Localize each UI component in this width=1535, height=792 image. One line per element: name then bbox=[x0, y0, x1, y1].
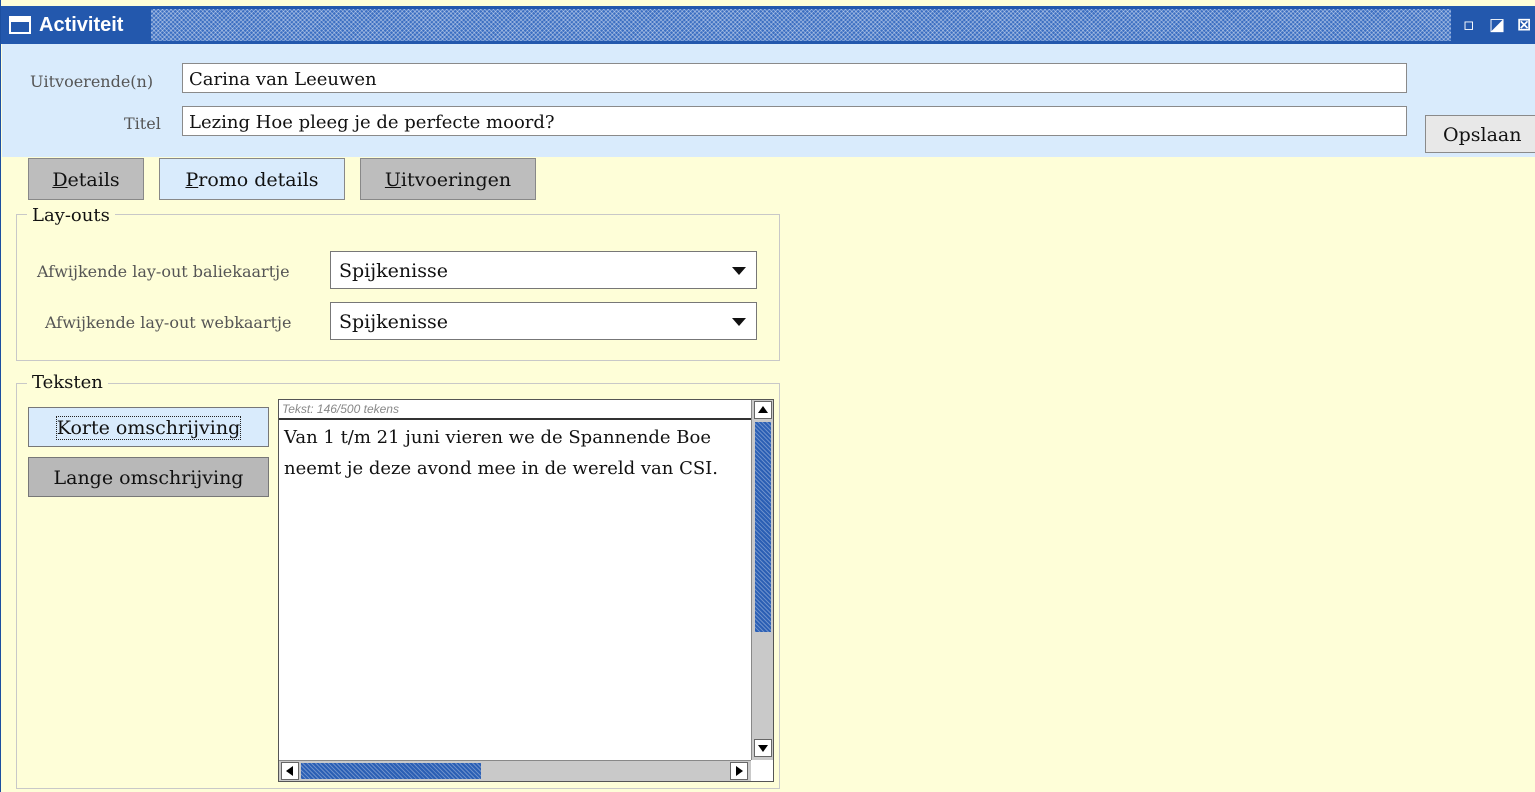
horizontal-scrollbar[interactable] bbox=[279, 760, 751, 781]
web-layout-value: Spijkenisse bbox=[339, 311, 448, 333]
description-textarea[interactable]: Tekst: 146/500 tekens Van 1 t/m 21 juni … bbox=[278, 399, 774, 782]
title-label: Titel bbox=[124, 114, 161, 133]
text-line: Van 1 t/m 21 juni vieren we de Spannende… bbox=[284, 427, 711, 448]
window-title: Activiteit bbox=[39, 14, 124, 36]
activity-window: Activiteit ▫ ◪ ⊠ Uitvoerende(n) Carina v… bbox=[0, 0, 1535, 792]
counter-layout-label: Afwijkende lay-out baliekaartje bbox=[37, 262, 290, 281]
minimize-icon[interactable]: ▫ bbox=[1463, 15, 1475, 35]
performers-label: Uitvoerende(n) bbox=[30, 72, 154, 91]
counter-layout-value: Spijkenisse bbox=[339, 260, 448, 282]
counter-separator bbox=[279, 418, 751, 420]
horizontal-scroll-thumb[interactable] bbox=[301, 763, 481, 779]
performers-field[interactable]: Carina van Leeuwen bbox=[182, 63, 1407, 93]
window-icon bbox=[9, 16, 31, 34]
close-icon[interactable]: ⊠ bbox=[1517, 15, 1531, 35]
arrow-left-icon bbox=[286, 766, 293, 776]
arrow-up-icon bbox=[758, 406, 768, 413]
title-field[interactable]: Lezing Hoe pleeg je de perfecte moord? bbox=[182, 106, 1407, 136]
layouts-legend: Lay-outs bbox=[27, 205, 115, 226]
title-bar[interactable]: Activiteit ▫ ◪ ⊠ bbox=[1, 6, 1535, 44]
chevron-down-icon bbox=[732, 318, 746, 326]
tab-promo-details[interactable]: Promo details bbox=[159, 158, 345, 200]
tab-details[interactable]: Details bbox=[28, 158, 144, 200]
tab-promo-accesskey: P bbox=[185, 169, 199, 191]
tab-promo-label: romo details bbox=[198, 169, 319, 191]
scroll-right-button[interactable] bbox=[730, 762, 748, 780]
scroll-up-button[interactable] bbox=[754, 401, 772, 419]
text-line: neemt je deze avond mee in de wereld van… bbox=[284, 458, 719, 479]
web-layout-label: Afwijkende lay-out webkaartje bbox=[45, 313, 292, 332]
arrow-down-icon bbox=[758, 745, 768, 752]
tab-details-label: etails bbox=[67, 169, 120, 191]
scroll-down-button[interactable] bbox=[754, 739, 772, 757]
vertical-scroll-thumb[interactable] bbox=[755, 422, 771, 632]
counter-layout-select[interactable]: Spijkenisse bbox=[330, 251, 757, 289]
long-description-button[interactable]: Lange omschrijving bbox=[28, 457, 269, 497]
texts-legend: Teksten bbox=[27, 372, 108, 393]
vertical-scrollbar[interactable] bbox=[751, 400, 773, 760]
web-layout-select[interactable]: Spijkenisse bbox=[330, 302, 757, 340]
maximize-icon[interactable]: ◪ bbox=[1489, 15, 1505, 35]
tab-uitvoeringen[interactable]: Uitvoeringen bbox=[360, 158, 536, 200]
character-counter: Tekst: 146/500 tekens bbox=[282, 402, 399, 416]
save-button[interactable]: Opslaan bbox=[1425, 115, 1535, 153]
arrow-right-icon bbox=[736, 766, 743, 776]
scroll-left-button[interactable] bbox=[281, 762, 299, 780]
title-bar-pattern bbox=[151, 9, 1451, 41]
short-description-button[interactable]: Korte omschrijving bbox=[28, 407, 269, 447]
short-description-label: Korte omschrijving bbox=[55, 416, 242, 440]
chevron-down-icon bbox=[732, 267, 746, 275]
tab-uitvoeringen-label: itvoeringen bbox=[400, 169, 512, 191]
header-panel: Uitvoerende(n) Carina van Leeuwen Titel … bbox=[2, 44, 1535, 157]
tab-details-accesskey: D bbox=[52, 169, 68, 191]
long-description-label: Lange omschrijving bbox=[53, 467, 244, 489]
tab-uitvoeringen-accesskey: U bbox=[384, 169, 401, 191]
